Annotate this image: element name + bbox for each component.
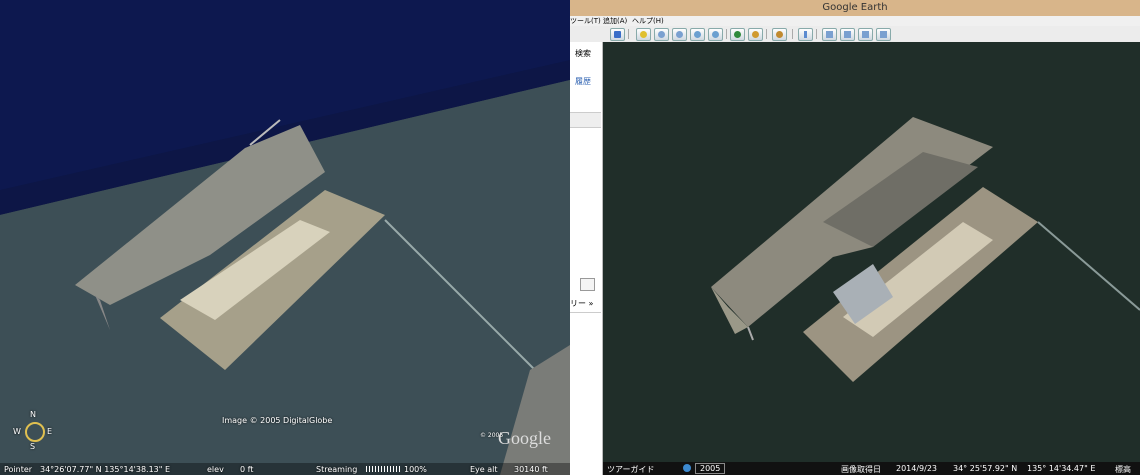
latitude-value: 34° 25'57.92" N bbox=[953, 464, 1018, 473]
tour-guide-button[interactable]: ツアーガイド bbox=[607, 464, 655, 475]
streaming-value: 100% bbox=[404, 465, 427, 474]
image-date-value: 2014/9/23 bbox=[896, 464, 938, 473]
placemark-icon[interactable] bbox=[636, 28, 651, 41]
historical-imagery-clock-icon[interactable] bbox=[683, 464, 691, 472]
compass-n: N bbox=[30, 410, 36, 419]
menu-add[interactable]: 追加(A) bbox=[603, 16, 627, 26]
google-logo: Google bbox=[498, 428, 551, 448]
print-icon[interactable] bbox=[840, 28, 855, 41]
sidebar-toggle-icon[interactable] bbox=[610, 28, 625, 41]
sidebar-divider bbox=[570, 112, 601, 128]
imagery-copyright: Image © 2005 DigitalGlobe bbox=[222, 416, 333, 425]
pointer-label: Pointer bbox=[4, 465, 33, 474]
sunlight-icon[interactable] bbox=[748, 28, 763, 41]
path-icon[interactable] bbox=[672, 28, 687, 41]
google-maps-icon[interactable] bbox=[858, 28, 873, 41]
email-icon[interactable] bbox=[822, 28, 837, 41]
elevation-label: 標高 bbox=[1115, 465, 1131, 474]
compass-s: S bbox=[30, 442, 36, 451]
gallery-label[interactable]: リー » bbox=[570, 298, 593, 309]
compass-ring-icon bbox=[25, 422, 45, 442]
left-status-strip: Pointer 34°26'07.77" N 135°14'38.13" E e… bbox=[0, 463, 570, 475]
history-link[interactable]: 履歴 bbox=[575, 76, 591, 87]
eye-alt-label: Eye alt bbox=[470, 465, 498, 474]
navigation-compass[interactable]: N S E W bbox=[13, 410, 53, 451]
earth-map-view[interactable] bbox=[603, 42, 1140, 462]
imagery-year-badge[interactable]: 2005 bbox=[695, 463, 726, 474]
left-sidebar-panel: 検索 履歴 リー » bbox=[570, 42, 603, 475]
left-satellite-imagery bbox=[0, 0, 570, 475]
streaming-progress-bar bbox=[366, 466, 400, 472]
menu-help[interactable]: ヘルプ(H) bbox=[632, 16, 664, 26]
compass-w: W bbox=[13, 427, 21, 436]
menu-tools[interactable]: ツール(T) bbox=[570, 16, 601, 26]
streaming-label: Streaming bbox=[316, 465, 358, 474]
pointer-coordinates: 34°26'07.77" N 135°14'38.13" E bbox=[40, 465, 171, 474]
elev-label: elev bbox=[207, 465, 224, 474]
elev-value: 0 ft bbox=[240, 465, 254, 474]
window-titlebar[interactable]: Google Earth bbox=[570, 0, 1140, 16]
left-earth-view[interactable]: N S E W Image © 2005 DigitalGlobe © 2005… bbox=[0, 0, 570, 475]
toolbar bbox=[570, 26, 1140, 43]
image-overlay-icon[interactable] bbox=[690, 28, 705, 41]
tour-record-icon[interactable] bbox=[708, 28, 723, 41]
historical-imagery-icon[interactable] bbox=[730, 28, 745, 41]
search-panel-label[interactable]: 検索 bbox=[575, 48, 591, 59]
compass-e: E bbox=[47, 427, 53, 436]
ruler-icon[interactable] bbox=[798, 28, 813, 41]
menu-bar: ツール(T) 追加(A) ヘルプ(H) bbox=[570, 16, 1140, 26]
polygon-icon[interactable] bbox=[654, 28, 669, 41]
folder-icon[interactable] bbox=[580, 278, 595, 291]
google-earth-window[interactable]: Google Earth ツール(T) 追加(A) ヘルプ(H) 検索 履歴 リ… bbox=[570, 0, 1140, 475]
image-date-label: 画像取得日 bbox=[841, 465, 881, 474]
save-image-icon[interactable] bbox=[876, 28, 891, 41]
eye-alt-value: 30140 ft bbox=[514, 465, 548, 474]
window-title: Google Earth bbox=[822, 2, 888, 13]
longitude-value: 135° 14'34.47" E bbox=[1027, 464, 1096, 473]
status-bar: ツアーガイド 2005 画像取得日 2014/9/23 34° 25'57.92… bbox=[603, 462, 1140, 475]
planets-icon[interactable] bbox=[772, 28, 787, 41]
right-satellite-imagery bbox=[603, 42, 1140, 462]
